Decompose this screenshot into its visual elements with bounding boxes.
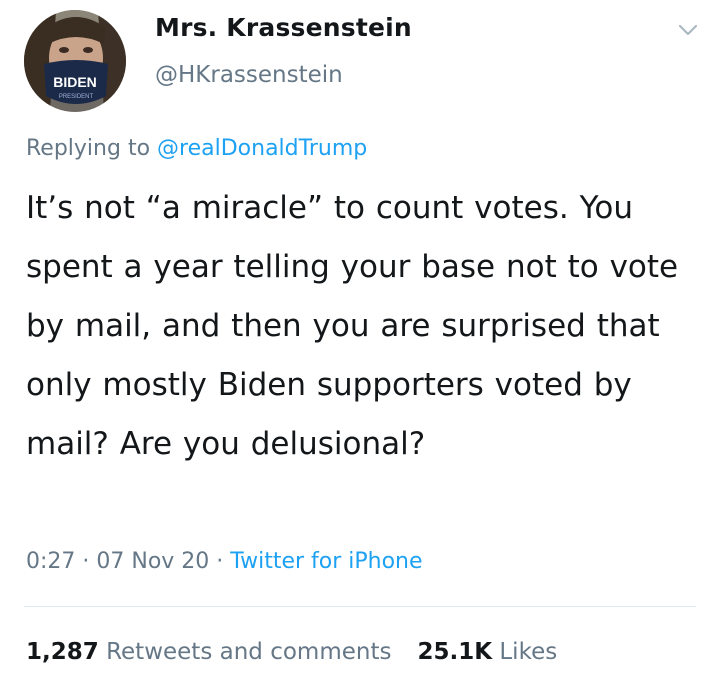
retweets-count: 1,287 <box>26 639 99 665</box>
author-display-name[interactable]: Mrs. Krassenstein <box>155 13 412 42</box>
svg-text:BIDEN: BIDEN <box>53 74 97 90</box>
likes-stat[interactable]: 25.1K Likes <box>417 639 557 665</box>
likes-count: 25.1K <box>417 639 493 665</box>
retweets-label: Retweets and comments <box>106 639 392 665</box>
replying-to: Replying to @realDonaldTrump <box>26 136 367 161</box>
likes-label: Likes <box>499 639 558 665</box>
tweet-time[interactable]: 0:27 <box>26 549 75 574</box>
avatar[interactable]: BIDEN PRESIDENT <box>24 10 126 112</box>
tweet-text: It’s not “a miracle” to count votes. You… <box>26 190 679 462</box>
divider <box>24 606 696 607</box>
tweet-meta: 0:27 · 07 Nov 20 · Twitter for iPhone <box>26 549 423 574</box>
meta-separator: · <box>75 549 97 574</box>
engagement-stats: 1,287 Retweets and comments 25.1K Likes <box>26 639 557 665</box>
retweets-stat[interactable]: 1,287 Retweets and comments <box>26 639 391 665</box>
meta-separator: · <box>209 549 231 574</box>
svg-text:PRESIDENT: PRESIDENT <box>59 94 94 100</box>
avatar-photo: BIDEN PRESIDENT <box>24 10 126 112</box>
tweet-source-link[interactable]: Twitter for iPhone <box>230 549 422 574</box>
tweet-date[interactable]: 07 Nov 20 <box>96 549 209 574</box>
replying-to-label: Replying to <box>26 136 151 161</box>
author-handle[interactable]: @HKrassenstein <box>155 62 343 88</box>
reply-mention-link[interactable]: @realDonaldTrump <box>157 136 367 161</box>
chevron-down-icon[interactable] <box>676 18 700 42</box>
